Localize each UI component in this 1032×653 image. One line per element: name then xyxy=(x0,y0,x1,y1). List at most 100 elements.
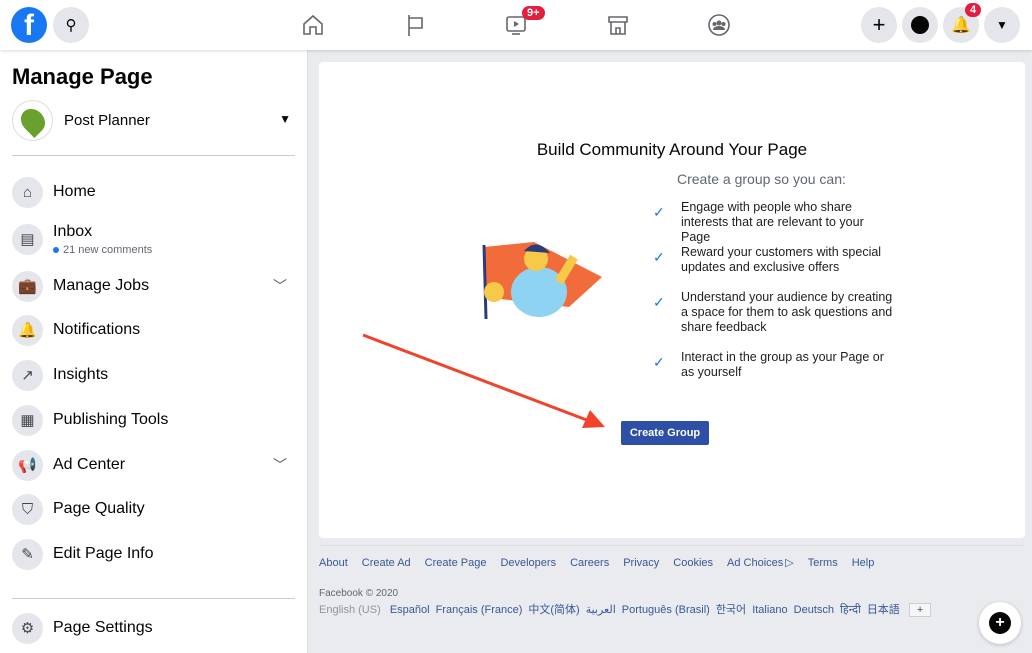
insights-icon: ↗ xyxy=(12,359,43,391)
gear-icon: ⚙ xyxy=(12,612,43,644)
sidebar-item-label: Edit Page Info xyxy=(53,545,154,562)
language-link[interactable]: Português (Brasil) xyxy=(622,604,710,616)
new-message-icon: + xyxy=(989,612,1011,634)
check-icon: ✓ xyxy=(653,294,665,310)
sidebar-item-label: Manage Jobs xyxy=(53,277,150,294)
caret-down-icon[interactable]: ▼ xyxy=(279,112,291,126)
language-link[interactable]: 中文(简体) xyxy=(528,604,579,616)
sidebar-item-publishing-tools[interactable]: ▦ Publishing Tools xyxy=(12,402,295,438)
briefcase-icon: 💼 xyxy=(12,270,43,302)
footer-link[interactable]: Terms xyxy=(808,557,838,569)
footer-link[interactable]: Create Page xyxy=(425,557,487,569)
language-link[interactable]: Deutsch xyxy=(794,604,834,616)
inbox-subtitle: 21 new comments xyxy=(63,243,153,256)
sidebar-item-insights[interactable]: ↗ Insights xyxy=(12,357,295,393)
card-title: Build Community Around Your Page xyxy=(536,140,808,159)
sidebar-item-edit-page-info[interactable]: ✎ Edit Page Info xyxy=(12,536,295,572)
sidebar-item-home[interactable]: ⌂ Home xyxy=(12,174,295,210)
footer-link[interactable]: Developers xyxy=(500,557,556,569)
map-pin-icon xyxy=(15,103,50,138)
chevron-down-icon[interactable]: ﹀ xyxy=(273,276,287,296)
new-message-button[interactable]: + xyxy=(979,602,1021,644)
footer-link[interactable]: Careers xyxy=(570,557,609,569)
ad-choices-icon: ▷ xyxy=(785,557,794,569)
sidebar-item-page-settings[interactable]: ⚙ Page Settings xyxy=(12,610,295,646)
sidebar-item-notifications[interactable]: 🔔 Notifications xyxy=(12,312,295,348)
account-menu-button[interactable]: ▼ xyxy=(984,7,1020,43)
footer-link[interactable]: About xyxy=(319,557,348,569)
sidebar-item-label: Publishing Tools xyxy=(53,411,169,428)
bell-icon: 🔔 xyxy=(951,17,971,34)
chevron-down-icon[interactable]: ﹀ xyxy=(273,455,287,475)
caret-down-icon: ▼ xyxy=(996,18,1008,32)
sidebar-item-inbox[interactable]: ▤ Inbox 21 new comments xyxy=(12,218,295,260)
page-selector[interactable]: Post Planner ▼ xyxy=(12,100,295,156)
footer-link[interactable]: Create Ad xyxy=(362,557,411,569)
shield-icon: ⛉ xyxy=(12,493,43,525)
benefit-text: Engage with people who share interests t… xyxy=(681,200,864,244)
top-bar: f ⚲ 9+ + 🔔 4 ▼ xyxy=(0,0,1032,50)
check-icon: ✓ xyxy=(653,354,665,370)
sidebar-item-page-quality[interactable]: ⛉ Page Quality xyxy=(12,491,295,527)
benefit-item: ✓ Understand your audience by creating a … xyxy=(653,290,893,335)
language-link[interactable]: العربية xyxy=(586,604,616,616)
home-icon[interactable] xyxy=(298,10,328,40)
sidebar-item-label: Notifications xyxy=(53,321,141,338)
messenger-button[interactable] xyxy=(902,7,938,43)
sidebar-item-label: Page Quality xyxy=(53,500,145,517)
benefit-item: ✓ Engage with people who share interests … xyxy=(653,200,893,245)
page-avatar xyxy=(12,100,53,141)
language-link[interactable]: Italiano xyxy=(752,604,787,616)
create-button[interactable]: + xyxy=(861,7,897,43)
bell-icon: 🔔 xyxy=(12,314,43,346)
sidebar-item-label: Inbox xyxy=(53,222,93,240)
sidebar-item-label: Insights xyxy=(53,366,109,383)
divider xyxy=(12,598,295,599)
footer-link[interactable]: Cookies xyxy=(673,557,713,569)
more-languages-button[interactable]: + xyxy=(908,603,932,617)
search-button[interactable]: ⚲ xyxy=(53,7,89,43)
facebook-logo[interactable]: f xyxy=(11,7,47,43)
benefit-item: ✓ Interact in the group as your Page or a… xyxy=(653,350,893,380)
language-link[interactable]: Français (France) xyxy=(436,604,523,616)
create-group-card: Build Community Around Your Page Create … xyxy=(319,62,1025,538)
benefit-item: ✓ Reward your customers with special upda… xyxy=(653,245,893,275)
language-link[interactable]: 한국어 xyxy=(716,604,746,616)
page-name: Post Planner xyxy=(64,112,150,129)
check-icon: ✓ xyxy=(653,249,665,265)
pencil-icon: ✎ xyxy=(12,538,43,570)
sidebar-item-label: Page Settings xyxy=(53,619,153,636)
language-link[interactable]: 日本語 xyxy=(867,604,900,616)
language-link[interactable]: Español xyxy=(390,604,430,616)
sidebar-item-ad-center[interactable]: 📢 Ad Center ﹀ xyxy=(12,447,295,483)
footer-link[interactable]: Ad Choices xyxy=(727,557,783,569)
sidebar-item-label: Home xyxy=(53,183,96,200)
create-group-button[interactable]: Create Group xyxy=(621,421,709,445)
benefit-text: Interact in the group as your Page or as… xyxy=(681,350,884,379)
home-icon: ⌂ xyxy=(12,176,43,208)
community-illustration xyxy=(482,242,602,320)
check-icon: ✓ xyxy=(653,204,665,220)
unread-dot xyxy=(53,246,59,253)
messenger-icon xyxy=(911,16,929,34)
watch-badge: 9+ xyxy=(522,6,545,20)
footer-divider xyxy=(319,545,1025,546)
groups-icon[interactable] xyxy=(704,10,734,40)
copyright: Facebook © 2020 xyxy=(319,588,399,599)
benefit-text: Reward your customers with special updat… xyxy=(681,245,882,274)
card-subtitle: Create a group so you can: xyxy=(677,171,846,187)
red-arrow-annotation xyxy=(362,333,605,428)
benefit-text: Understand your audience by creating a s… xyxy=(681,290,893,334)
sidebar-item-label: Ad Center xyxy=(53,456,126,473)
marketplace-icon[interactable] xyxy=(603,10,633,40)
footer-link[interactable]: Privacy xyxy=(623,557,659,569)
notifications-badge: 4 xyxy=(965,3,982,17)
sidebar-item-manage-jobs[interactable]: 💼 Manage Jobs ﹀ xyxy=(12,268,295,304)
search-icon: ⚲ xyxy=(65,17,77,34)
flag-icon[interactable] xyxy=(400,10,430,40)
sidebar: Manage Page Post Planner ▼ ⌂ Home ▤ Inbox 2… xyxy=(0,50,308,653)
footer-links: About Create Ad Create Page Developers Caree… xyxy=(319,556,888,569)
footer-link[interactable]: Help xyxy=(852,557,875,569)
language-link[interactable]: हिन्दी xyxy=(840,604,861,616)
plus-icon: + xyxy=(872,12,886,37)
